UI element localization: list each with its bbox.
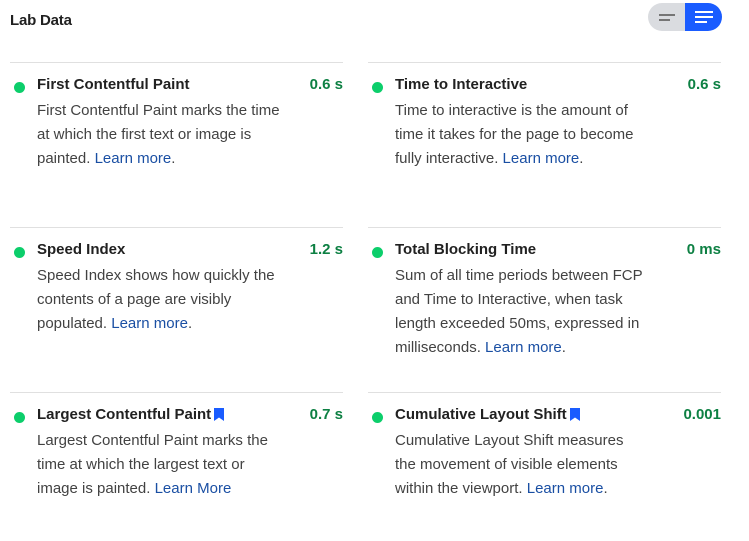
metric-description: Largest Contentful Paint marks the time … [37,429,282,501]
metric-first-contentful-paint: First Contentful Paint 0.6 s First Conte… [10,62,343,167]
metric-title-wrap: Largest Contentful Paint [37,406,225,423]
learn-more-link[interactable]: Learn more [95,150,172,167]
trailing-text: . [561,339,566,356]
metric-speed-index: Speed Index 1.2 s Speed Index shows how … [10,227,343,332]
pass-status-icon [372,412,383,423]
metric-title: Total Blocking Time [395,241,537,258]
pass-status-icon [372,82,383,93]
metric-description: Sum of all time periods between FCP and … [395,264,650,360]
metric-largest-contentful-paint: Largest Contentful Paint 0.7 s Largest C… [10,392,343,497]
metric-description: Cumulative Layout Shift measures the mov… [395,429,645,501]
description-text: Largest Contentful Paint marks the time … [37,432,268,497]
compact-view-button[interactable] [648,3,685,31]
metric-value: 1.2 s [309,241,343,258]
metric-value: 0.001 [683,406,721,423]
metric-cumulative-layout-shift: Cumulative Layout Shift 0.001 Cumulative… [368,392,721,497]
metric-value: 0.7 s [309,406,343,423]
metric-title-wrap: Total Blocking Time [395,241,536,258]
learn-more-link[interactable]: Learn more [527,480,604,497]
metric-value: 0.6 s [687,76,721,93]
trailing-text: . [187,315,193,332]
metric-description: First Contentful Paint marks the time at… [37,99,287,171]
short-lines-icon [658,13,675,21]
metric-title-wrap: Speed Index [37,241,125,258]
metric-value: 0.6 s [309,76,343,93]
metric-title-wrap: Time to Interactive [395,76,527,93]
metric-total-blocking-time: Total Blocking Time 0 ms Sum of all time… [368,227,721,356]
pass-status-icon [14,412,25,423]
expanded-view-button[interactable] [685,3,722,31]
section-title: Lab Data [10,12,72,29]
trailing-text: . [603,480,608,497]
learn-more-link[interactable]: Learn more [503,150,580,167]
metric-time-to-interactive: Time to Interactive 0.6 s Time to intera… [368,62,721,167]
trailing-text: . [579,150,584,167]
pass-status-icon [14,247,25,258]
learn-more-link[interactable]: Learn More [155,480,232,497]
pass-status-icon [372,247,383,258]
metric-title: Cumulative Layout Shift [395,406,567,423]
metric-value: 0 ms [686,241,721,258]
metric-description: Speed Index shows how quickly the conten… [37,264,282,336]
trailing-text: . [171,150,176,167]
learn-more-link[interactable]: Learn more [485,339,562,356]
metric-title-wrap: First Contentful Paint [37,76,190,93]
metric-description: Time to interactive is the amount of tim… [395,99,645,171]
long-lines-icon [694,11,713,23]
lab-data-header: Lab Data [10,0,722,44]
learn-more-link[interactable]: Learn more [111,315,188,332]
metric-title: Speed Index [37,241,126,258]
pass-status-icon [14,82,25,93]
metric-title: Time to Interactive [395,76,528,93]
metric-title: First Contentful Paint [37,76,190,93]
metric-title: Largest Contentful Paint [37,406,212,423]
bookmark-icon [214,408,225,421]
bookmark-icon [569,408,580,421]
view-toggle[interactable] [648,3,722,31]
metric-title-wrap: Cumulative Layout Shift [395,406,580,423]
